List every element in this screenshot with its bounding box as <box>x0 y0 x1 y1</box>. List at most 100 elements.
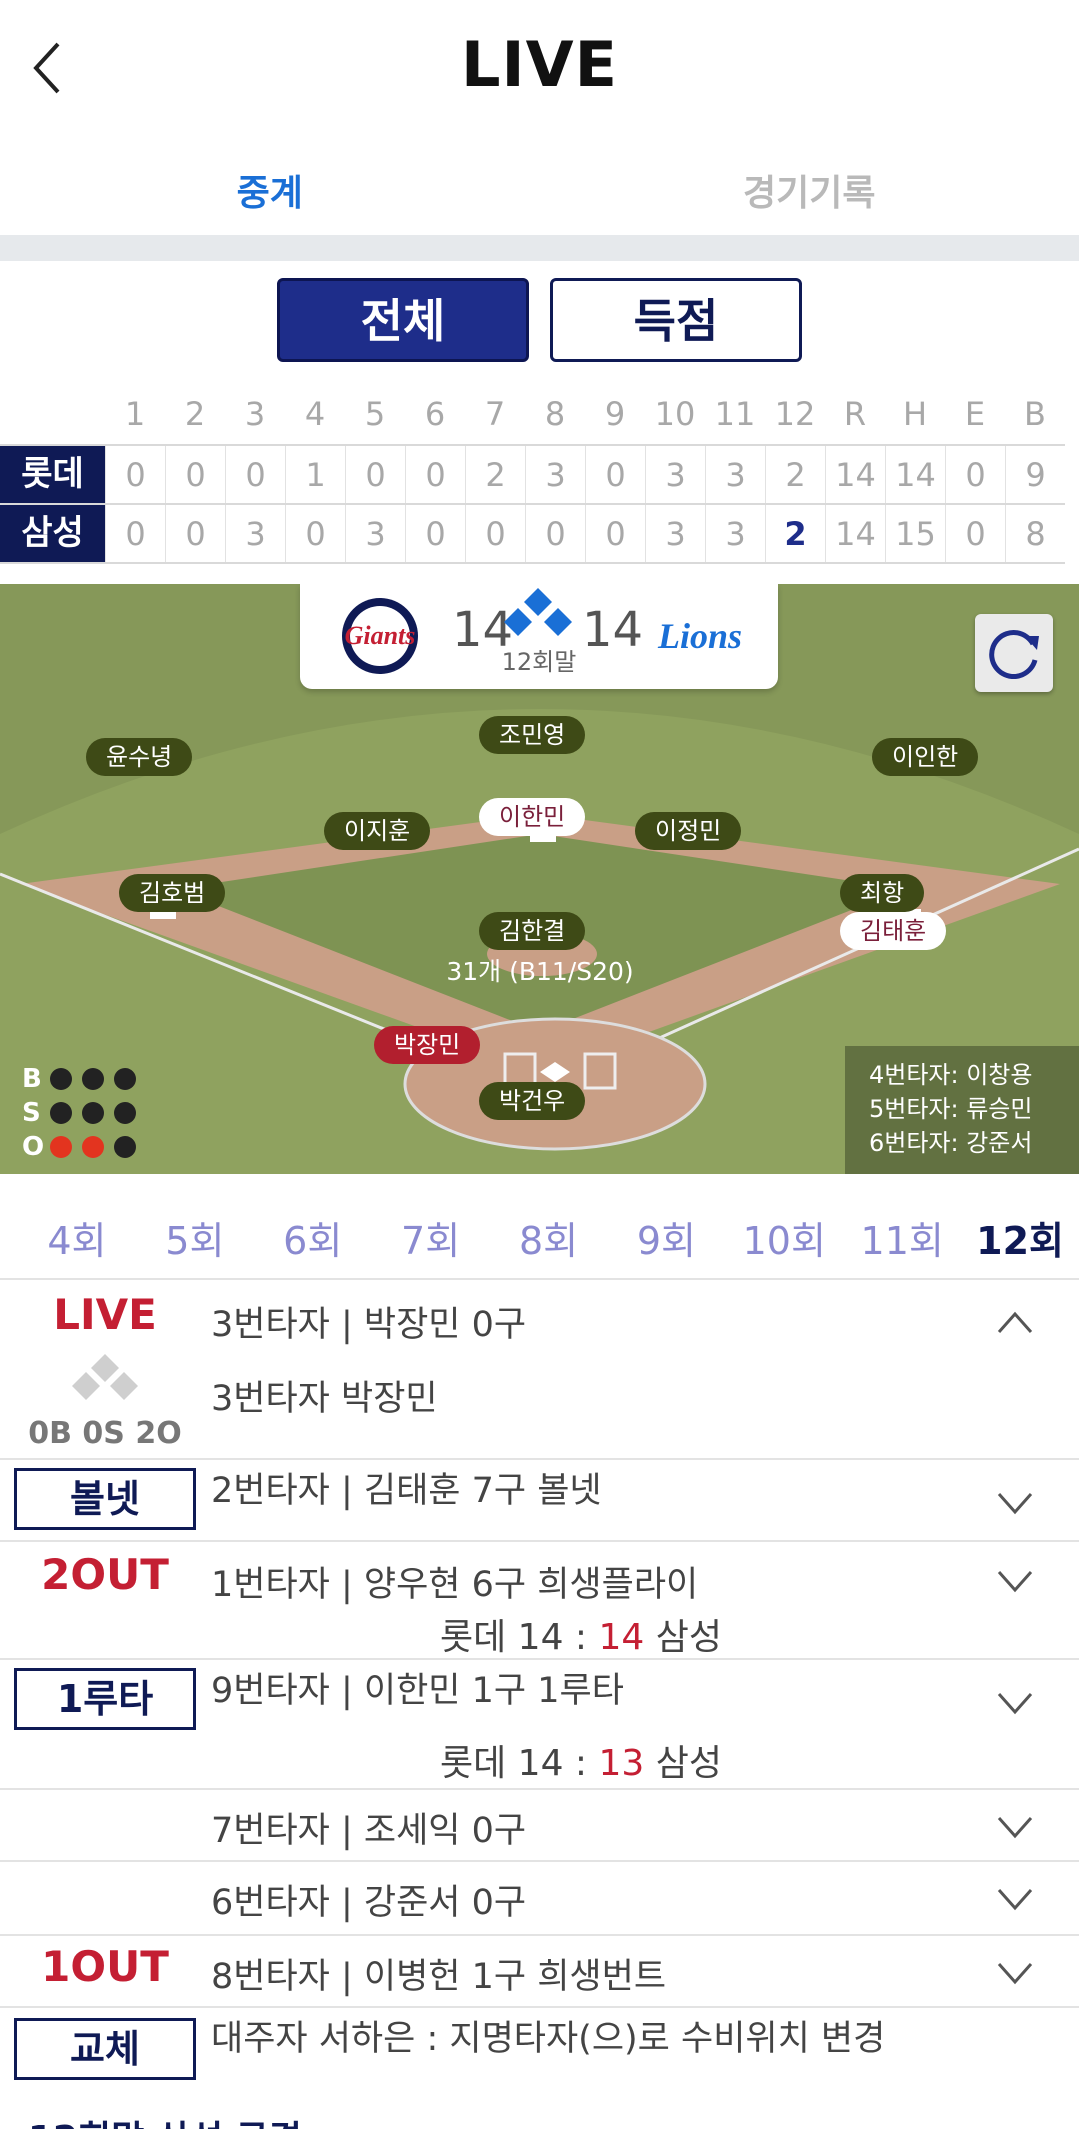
inning-header: 3 <box>244 395 266 433</box>
score-cell: 0 <box>585 505 645 562</box>
chevron-down-icon[interactable] <box>995 1878 1035 1918</box>
bases-empty-icon <box>68 1352 142 1406</box>
inning-tab-5[interactable]: 5회 <box>136 1174 254 1278</box>
score-cell: 3 <box>705 446 765 503</box>
play-score: 롯데 14 : 13 삼성 <box>440 1734 722 1786</box>
fielder-right-field[interactable]: 이인한 <box>872 738 979 776</box>
play-title: 6번타자 | 강준서 0구 <box>211 1883 527 1923</box>
play-item[interactable]: 볼넷 2번타자 | 김태훈 7구 볼넷 <box>0 1460 1079 1542</box>
pitch-count: 31개 (B11/S20) <box>446 957 634 986</box>
fielder-third-base[interactable]: 김호범 <box>119 874 226 912</box>
refresh-button[interactable] <box>975 614 1053 692</box>
errors-header: E <box>964 395 986 433</box>
outs-label: O <box>22 1132 45 1162</box>
next-batter: 6번타자: 강준서 <box>869 1129 1033 1157</box>
score-cell: 0 <box>105 505 165 562</box>
scoreboard-corner <box>0 392 105 444</box>
filter-row: 전체 득점 <box>0 278 1079 364</box>
fielder-first-base[interactable]: 최항 <box>840 874 925 912</box>
lions-logo-icon: Lions <box>645 596 755 676</box>
play-tag-walk: 볼넷 <box>14 1468 196 1530</box>
play-title: 2번타자 | 김태훈 7구 볼넷 <box>211 1471 602 1511</box>
inning-header: 6 <box>424 395 446 433</box>
hits-cell: 15 <box>885 505 945 562</box>
score-cell: 0 <box>225 446 285 503</box>
score-cell: 0 <box>345 446 405 503</box>
play-tag-out: 2OUT <box>41 1550 169 1599</box>
fielder-left-field[interactable]: 윤수녕 <box>86 738 193 776</box>
score-cell: 0 <box>165 446 225 503</box>
inning-header: 10 <box>654 395 696 433</box>
play-title: 9번타자 | 이한민 1구 1루타 <box>211 1671 624 1711</box>
chevron-down-icon[interactable] <box>995 1482 1035 1522</box>
fielder-pitcher[interactable]: 김한결 <box>479 912 586 950</box>
inning-tab-6[interactable]: 6회 <box>254 1174 372 1278</box>
top-tabs: 중계 경기기록 <box>0 140 1079 235</box>
play-tag-single: 1루타 <box>14 1668 196 1730</box>
play-item[interactable]: 7번타자 | 조세익 0구 <box>0 1790 1079 1862</box>
team-name-away: 롯데 <box>0 446 105 503</box>
live-tag: LIVE <box>53 1290 157 1339</box>
scorecard: Giants 14 14 12회말 Lions <box>300 584 778 689</box>
score-cell: 0 <box>105 446 165 503</box>
section-title: 12회말 삼성 공격 <box>28 2110 302 2129</box>
chevron-up-icon[interactable] <box>995 1302 1035 1342</box>
play-item[interactable]: 1OUT 8번타자 | 이병헌 1구 희생번트 <box>0 1936 1079 2008</box>
play-item-live[interactable]: LIVE 3번타자 | 박장민 0구 3번타자 박장민 0B 0S 2O <box>0 1280 1079 1460</box>
filter-all-button[interactable]: 전체 <box>277 278 529 362</box>
scoreboard-row-away: 롯데 0 0 0 1 0 0 2 3 0 3 3 2 14 14 0 9 <box>0 446 1065 505</box>
play-list: LIVE 3번타자 | 박장민 0구 3번타자 박장민 0B 0S 2O 볼넷 … <box>0 1280 1079 2092</box>
inning-tab-4[interactable]: 4회 <box>18 1174 136 1278</box>
bso-indicator: B S O <box>22 1062 146 1164</box>
count-summary: 0B 0S 2O <box>28 1416 182 1451</box>
score-cell: 0 <box>405 505 465 562</box>
inning-tab-10[interactable]: 10회 <box>725 1174 843 1278</box>
outs-row: O <box>22 1130 146 1164</box>
runs-cell: 14 <box>825 505 885 562</box>
runner-first-base[interactable]: 김태훈 <box>840 912 947 950</box>
filter-scoring-button[interactable]: 득점 <box>550 278 802 362</box>
play-score: 롯데 14 : 14 삼성 <box>440 1608 722 1660</box>
chevron-down-icon[interactable] <box>995 1682 1035 1722</box>
current-batter[interactable]: 박장민 <box>374 1026 481 1064</box>
team-name-home: 삼성 <box>0 505 105 562</box>
play-item[interactable]: 교체 대주자 서하은 : 지명타자(으)로 수비위치 변경 <box>0 2008 1079 2092</box>
score-cell: 0 <box>285 505 345 562</box>
inning-tab-11[interactable]: 11회 <box>843 1174 961 1278</box>
play-subtitle: 3번타자 박장민 <box>211 1379 438 1419</box>
inning-tab-7[interactable]: 7회 <box>372 1174 490 1278</box>
chevron-down-icon[interactable] <box>995 1952 1035 1992</box>
out-dot <box>82 1136 104 1158</box>
play-item[interactable]: 6번타자 | 강준서 0구 <box>0 1862 1079 1936</box>
score-cell: 1 <box>285 446 345 503</box>
play-item[interactable]: 2OUT 1번타자 | 양우현 6구 희생플라이 롯데 14 : 14 삼성 <box>0 1542 1079 1660</box>
inning-tab-12[interactable]: 12회 <box>961 1174 1079 1278</box>
inning-tab-8[interactable]: 8회 <box>490 1174 608 1278</box>
score-cell: 3 <box>525 446 585 503</box>
inning-tab-9[interactable]: 9회 <box>607 1174 725 1278</box>
fielder-center-field[interactable]: 조민영 <box>479 716 586 754</box>
inning-header: 5 <box>364 395 386 433</box>
play-title: 7번타자 | 조세익 0구 <box>211 1811 527 1851</box>
strike-dot <box>114 1102 136 1124</box>
hits-header: H <box>902 395 928 433</box>
fielder-catcher[interactable]: 박건우 <box>479 1082 586 1120</box>
score-text: 삼성 <box>644 1617 723 1658</box>
play-title: 1번타자 | 양우현 6구 희생플라이 <box>211 1565 699 1605</box>
fielder-second-base[interactable]: 이정민 <box>635 812 742 850</box>
strikes-label: S <box>22 1098 41 1128</box>
inning-header: 9 <box>604 395 626 433</box>
chevron-down-icon[interactable] <box>995 1806 1035 1846</box>
play-item[interactable]: 1루타 9번타자 | 이한민 1구 1루타 롯데 14 : 13 삼성 <box>0 1660 1079 1790</box>
walks-header: B <box>1024 395 1046 433</box>
ball-dot <box>50 1068 72 1090</box>
tab-broadcast[interactable]: 중계 <box>0 140 540 235</box>
strikes-row: S <box>22 1096 146 1130</box>
out-dot <box>114 1136 136 1158</box>
runner-second-base[interactable]: 이한민 <box>479 798 586 836</box>
fielder-shortstop[interactable]: 이지훈 <box>324 812 431 850</box>
walks-cell: 9 <box>1005 446 1065 503</box>
tab-game-record[interactable]: 경기기록 <box>540 140 1079 235</box>
next-batters-panel: 4번타자: 이창용 5번타자: 류승민 6번타자: 강준서 <box>845 1046 1079 1174</box>
chevron-down-icon[interactable] <box>995 1560 1035 1600</box>
